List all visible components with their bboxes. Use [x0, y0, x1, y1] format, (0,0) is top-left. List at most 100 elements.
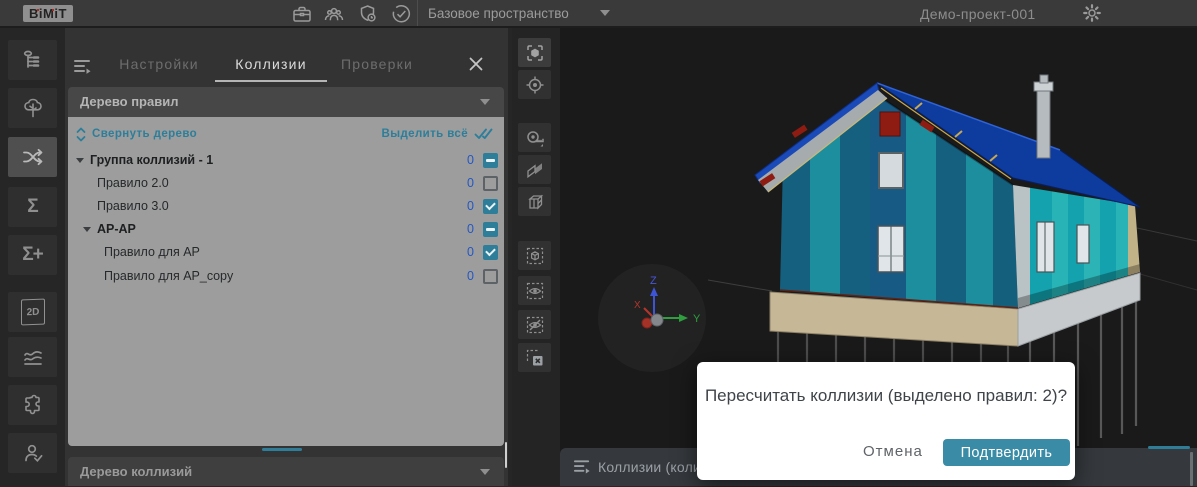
gear-icon[interactable]	[1081, 2, 1103, 24]
collisions-tree-header[interactable]: Дерево коллизий	[68, 457, 504, 486]
eye-slash-icon	[525, 315, 545, 335]
sidebar-item-plugins[interactable]	[8, 385, 57, 425]
rule-checkbox[interactable]	[483, 222, 498, 237]
sidebar-item-charts[interactable]	[8, 337, 57, 377]
panel-resize-handle[interactable]	[262, 448, 302, 451]
rule-checkbox[interactable]	[483, 199, 498, 214]
sidebar-item-model-structure[interactable]	[8, 40, 57, 80]
collisions-tree-title: Дерево коллизий	[80, 464, 192, 479]
rules-tree-title: Дерево правил	[80, 94, 178, 109]
tree-row[interactable]: Группа коллизий - 1 0	[68, 149, 504, 171]
open-box-icon	[525, 192, 545, 212]
section-plane-icon	[525, 160, 545, 180]
rules-tree: Свернуть дерево Выделить всё Группа колл…	[68, 117, 504, 446]
collision-count: 0	[467, 222, 474, 236]
tree-row[interactable]: Правило для АР_copy 0	[68, 265, 504, 287]
sidebar-item-summary[interactable]: Σ	[8, 187, 57, 227]
chevron-down-icon	[480, 469, 490, 475]
2d-sheet-icon: 2D	[21, 299, 45, 326]
sidebar-item-2d-view[interactable]: 2D	[8, 292, 57, 332]
topbar-divider	[417, 0, 418, 26]
tree-controls: Свернуть дерево Выделить всё	[68, 124, 504, 144]
tree-row[interactable]: Правило 2.0 0	[68, 172, 504, 194]
workspace-selector[interactable]: Базовое пространство	[428, 6, 569, 21]
tree-row[interactable]: АР-АР 0	[68, 218, 504, 240]
show-selection-button[interactable]	[518, 276, 551, 305]
waves-icon	[21, 345, 45, 369]
sidebar-item-collisions[interactable]	[8, 137, 57, 177]
measure-button[interactable]	[518, 123, 551, 152]
cancel-button[interactable]: Отмена	[857, 442, 929, 461]
shuffle-icon	[21, 145, 45, 169]
rule-checkbox[interactable]	[483, 176, 498, 191]
tree-row[interactable]: Правило 3.0 0	[68, 195, 504, 217]
bottom-panel-resize-handle[interactable]	[1148, 446, 1190, 449]
app-logo-text: BiMiT	[29, 6, 67, 21]
measuring-tape-icon	[525, 128, 545, 148]
chevron-down-icon[interactable]	[74, 154, 86, 166]
axis-gizmo: Z Y X	[598, 264, 706, 372]
chevron-down-icon[interactable]	[600, 10, 610, 16]
bottom-panel-scrollbar[interactable]	[1190, 452, 1193, 486]
gable-vent	[880, 112, 900, 136]
isolate-selection-button[interactable]	[518, 241, 551, 270]
rules-tree-header[interactable]: Дерево правил	[68, 87, 504, 117]
sigma-plus-icon: Σ+	[22, 244, 43, 266]
collision-count: 0	[467, 153, 474, 167]
chevron-down-icon[interactable]	[81, 223, 93, 235]
check-circle-icon[interactable]	[390, 3, 412, 25]
sidebar-item-summary-add[interactable]: Σ+	[8, 235, 57, 275]
panel-scrollbar[interactable]	[505, 442, 507, 468]
user-check-icon	[21, 441, 45, 465]
sidebar-item-account[interactable]	[8, 433, 57, 473]
tab-checks[interactable]: Проверки	[335, 48, 419, 82]
top-bar: BiMiT Базовое пространство Демо-проект-0	[0, 0, 1197, 28]
collisions-panel: Настройки Коллизии Проверки Дерево прави…	[65, 28, 508, 486]
puzzle-icon	[21, 393, 45, 417]
double-check-icon[interactable]	[474, 127, 496, 141]
tab-settings[interactable]: Настройки	[115, 48, 203, 82]
shield-icon[interactable]	[357, 3, 379, 25]
section-plane-button[interactable]	[518, 155, 551, 184]
chimney	[1037, 88, 1050, 158]
left-toolbar: Σ Σ+ 2D	[0, 28, 65, 486]
logo-dot	[52, 9, 54, 11]
close-icon[interactable]	[468, 56, 484, 72]
app-logo: BiMiT	[23, 5, 73, 22]
recalculate-collisions-dialog: Пересчитать коллизии (выделено правил: 2…	[697, 362, 1075, 480]
bottom-panel-title: Коллизии (коли	[598, 459, 701, 475]
gable-door	[880, 154, 902, 187]
rule-label: Правило для АР	[104, 245, 200, 259]
tab-collisions[interactable]: Коллизии	[215, 48, 327, 82]
fit-view-button[interactable]	[518, 38, 551, 67]
collapse-panel-icon[interactable]	[573, 458, 592, 475]
hide-selection-button[interactable]	[518, 310, 551, 339]
orbit-target-button[interactable]	[518, 70, 551, 99]
svg-text:X: X	[634, 300, 641, 311]
collision-count: 0	[467, 199, 474, 213]
rule-checkbox[interactable]	[483, 245, 498, 260]
confirm-button[interactable]: Подтвердить	[943, 439, 1070, 466]
collapse-panel-icon[interactable]	[73, 58, 93, 75]
nature-tree-icon	[21, 96, 45, 120]
team-icon[interactable]	[323, 3, 345, 25]
rule-checkbox[interactable]	[483, 269, 498, 284]
collapse-tree-label[interactable]: Свернуть дерево	[92, 128, 197, 140]
side-window	[1077, 225, 1089, 263]
tree-row[interactable]: Правило для АР 0	[68, 241, 504, 263]
chevron-down-icon	[480, 99, 490, 105]
rule-checkbox[interactable]	[483, 153, 498, 168]
rule-label: Правило 2.0	[97, 176, 169, 190]
collapse-tree-icon[interactable]	[75, 127, 87, 142]
section-box-button[interactable]	[518, 187, 551, 216]
rule-label: Правило для АР_copy	[104, 269, 233, 283]
logo-dot	[37, 9, 39, 11]
briefcase-icon[interactable]	[291, 3, 313, 25]
eye-icon	[525, 281, 545, 301]
sidebar-item-environment[interactable]	[8, 88, 57, 128]
viewport-toolbar	[512, 28, 560, 486]
select-all-label[interactable]: Выделить всё	[382, 128, 468, 140]
project-name: Демо-проект-001	[920, 6, 1036, 22]
dialog-message: Пересчитать коллизии (выделено правил: 2…	[697, 386, 1075, 406]
clear-selection-button[interactable]	[518, 343, 551, 372]
